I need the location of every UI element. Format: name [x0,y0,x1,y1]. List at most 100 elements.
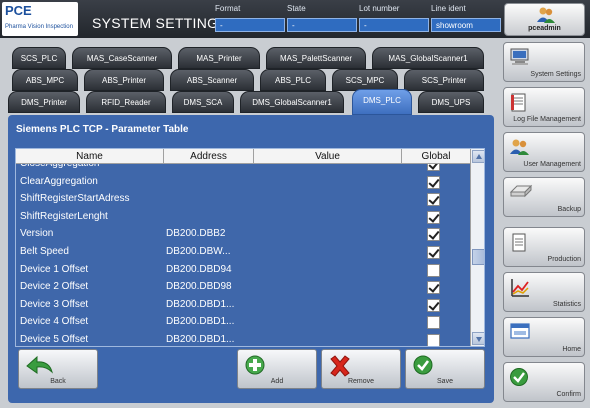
table-body: CloseAggregation ClearAggregation ShiftReg… [16,164,470,346]
add-icon [244,354,266,380]
confirm-checkmark-icon [509,367,529,391]
tab-dms-ups[interactable]: DMS_UPS [418,91,484,113]
table-row[interactable]: ShiftRegisterStartAdress [16,191,470,209]
global-checkbox[interactable] [427,246,440,259]
tab-dms-printer[interactable]: DMS_Printer [8,91,80,113]
logo-subtitle: Pharma Vision Inspection [5,24,73,30]
tab-abs-mpc[interactable]: ABS_MPC [12,69,78,91]
row-address: DB200.DBW... [166,246,231,257]
row-address: DB200.DBB2 [166,228,226,240]
state-field: State - [287,4,357,32]
column-header-global[interactable]: Global [402,149,470,164]
pce-logo: PCE Pharma Vision Inspection [2,2,78,36]
tab-strip: SCS_PLC MAS_CaseScanner MAS_Printer MAS_… [0,38,500,115]
global-checkbox[interactable] [427,281,440,295]
lot-number-field: Lot number - [359,4,429,32]
sidebar-label-backup: Backup [557,206,581,213]
header-bar: PCE Pharma Vision Inspection SYSTEM SETT… [0,0,590,38]
row-name: Device 1 Offset [20,263,89,275]
tab-mas-printer[interactable]: MAS_Printer [178,47,260,69]
sidebar-item-statistics[interactable]: Statistics [503,272,585,312]
scroll-up-icon[interactable] [472,150,484,163]
back-label: Back [50,378,66,385]
state-value: - [287,18,357,32]
table-row[interactable]: Device 4 Offset DB200.DBD1... [16,314,470,332]
global-checkbox[interactable] [427,228,440,242]
username-label: pceadmin [528,25,561,32]
scroll-thumb[interactable] [472,249,484,265]
row-address: DB200.DBD98 [166,281,232,293]
row-name: CloseAggregation [20,164,100,169]
back-button[interactable]: Back [18,349,98,389]
global-checkbox[interactable] [427,164,440,171]
row-name: Device 2 Offset [20,281,89,293]
lot-number-label: Lot number [359,4,400,13]
home-window-icon [509,322,531,346]
tab-dms-globalscanner1[interactable]: DMS_GlobalScanner1 [240,91,344,113]
scroll-down-icon[interactable] [472,332,484,345]
table-row[interactable]: ClearAggregation [16,174,470,192]
sidebar-item-log-file-management[interactable]: Log File Management [503,87,585,127]
column-header-name[interactable]: Name [16,149,164,164]
tab-scs-mpc[interactable]: SCS_MPC [332,69,398,91]
tab-abs-scanner[interactable]: ABS_Scanner [170,69,254,91]
tab-abs-printer[interactable]: ABS_Printer [84,69,164,91]
global-checkbox[interactable] [427,175,440,189]
tab-scs-plc[interactable]: SCS_PLC [12,47,66,69]
sidebar-label-confirm: Confirm [556,391,581,398]
sidebar-label-system-settings: System Settings [530,71,581,78]
checkmark-icon [412,354,434,380]
tab-rfid-reader[interactable]: RFID_Reader [86,91,166,113]
sidebar-label-log-file-management: Log File Management [513,116,581,123]
table-row[interactable]: ShiftRegisterLenght [16,209,470,227]
remove-button[interactable]: Remove [321,349,401,389]
global-checkbox[interactable] [427,210,440,224]
table-row[interactable]: Device 5 Offset DB200.DBD1... [16,332,470,346]
table-row[interactable]: CloseAggregation [16,164,470,174]
parameter-panel: Siemens PLC TCP - Parameter Table Name A… [8,115,494,403]
sidebar-label-statistics: Statistics [552,301,581,308]
row-address: DB200.DBD94 [166,263,232,275]
add-button[interactable]: Add [237,349,317,389]
log-file-icon [509,92,529,118]
right-sidebar: System Settings Log File Management User… [500,38,590,408]
add-label: Add [270,378,284,385]
global-checkbox[interactable] [427,316,440,330]
global-checkbox[interactable] [427,193,440,207]
user-button[interactable]: pceadmin [504,3,585,36]
save-button[interactable]: Save [405,349,485,389]
tab-dms-plc[interactable]: DMS_PLC [352,89,412,115]
table-row[interactable]: Device 2 Offset DB200.DBD98 [16,279,470,297]
column-header-value[interactable]: Value [254,149,402,164]
tab-mas-palettscanner[interactable]: MAS_PalettScanner [266,47,366,69]
global-checkbox[interactable] [427,263,440,277]
sidebar-item-production[interactable]: Production [503,227,585,267]
global-checkbox[interactable] [427,298,440,312]
tab-abs-plc[interactable]: ABS_PLC [260,69,326,91]
line-ident-field: Line ident showroom [431,4,501,32]
column-header-address[interactable]: Address [164,149,254,164]
tab-scs-printer[interactable]: SCS_Printer [404,69,484,91]
sidebar-item-confirm[interactable]: Confirm [503,362,585,402]
table-scrollbar[interactable] [470,149,484,346]
global-checkbox[interactable] [427,334,440,346]
statistics-chart-icon [509,277,531,303]
sidebar-item-user-management[interactable]: User Management [503,132,585,172]
sidebar-item-system-settings[interactable]: System Settings [503,42,585,82]
format-label: Format [215,4,241,13]
table-row[interactable]: Version DB200.DBB2 [16,226,470,244]
table-row[interactable]: Belt Speed DB200.DBW... [16,244,470,262]
table-row[interactable]: Device 1 Offset DB200.DBD94 [16,262,470,280]
table-row[interactable]: Device 3 Offset DB200.DBD1... [16,297,470,315]
sidebar-item-home[interactable]: Home [503,317,585,357]
page-title: SYSTEM SETTINGS [92,15,228,31]
parameter-table: Name Address Value Global CloseAggregati… [15,148,485,347]
tab-mas-casescanner[interactable]: MAS_CaseScanner [72,47,172,69]
tab-mas-globalscanner1[interactable]: MAS_GlobalScanner1 [372,47,484,69]
sidebar-item-backup[interactable]: Backup [503,177,585,217]
tab-dms-sca[interactable]: DMS_SCA [172,91,234,113]
row-name: Device 3 Offset [20,298,89,310]
users-icon [509,137,531,161]
computer-icon [509,47,531,71]
table-header: Name Address Value Global [16,149,470,164]
